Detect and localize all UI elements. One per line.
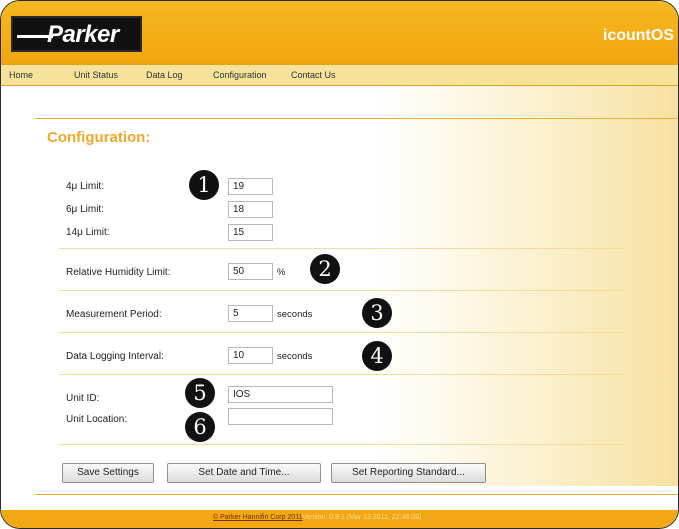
nav-contact-us[interactable]: Contact Us xyxy=(291,70,336,80)
callout-marker-6: 6 xyxy=(185,412,215,442)
unit-id-label: Unit ID: xyxy=(66,393,100,404)
app-frame: Parker icountOS Home Unit Status Data Lo… xyxy=(0,0,679,529)
save-settings-button[interactable]: Save Settings xyxy=(62,463,154,483)
limit-4-input[interactable] xyxy=(228,178,273,195)
parker-logo: Parker xyxy=(11,16,142,52)
app-name: icountOS xyxy=(602,27,674,44)
logo-text: Parker xyxy=(47,21,119,48)
page-title: Configuration: xyxy=(47,129,151,146)
callout-marker-5: 5 xyxy=(185,378,215,408)
section-separator xyxy=(59,332,624,333)
unit-location-input[interactable] xyxy=(228,408,333,425)
set-date-time-button[interactable]: Set Date and Time... xyxy=(167,463,321,483)
limit-4-label: 4μ Limit: xyxy=(66,181,104,192)
nav-bar: Home Unit Status Data Log Configuration … xyxy=(1,64,678,86)
logging-unit: seconds xyxy=(277,351,313,362)
section-separator xyxy=(59,290,624,291)
footer-bar: © Parker Hannifin Corp 2011 Version: 0.9… xyxy=(1,510,678,528)
section-separator xyxy=(59,444,624,445)
callout-marker-2: 2 xyxy=(310,254,340,284)
section-separator xyxy=(59,248,624,249)
measurement-unit: seconds xyxy=(277,309,313,320)
humidity-label: Relative Humidity Limit: xyxy=(66,267,171,278)
content-area xyxy=(1,86,678,486)
nav-data-log[interactable]: Data Log xyxy=(146,70,183,80)
nav-unit-status[interactable]: Unit Status xyxy=(74,70,118,80)
nav-configuration[interactable]: Configuration xyxy=(213,70,267,80)
humidity-input[interactable] xyxy=(228,263,273,280)
copyright-link[interactable]: © Parker Hannifin Corp 2011 xyxy=(213,514,302,521)
measurement-input[interactable] xyxy=(228,305,273,322)
limit-6-input[interactable] xyxy=(228,201,273,218)
limit-6-label: 6μ Limit: xyxy=(66,204,104,215)
unit-location-label: Unit Location: xyxy=(66,414,128,425)
set-reporting-standard-button[interactable]: Set Reporting Standard... xyxy=(331,463,486,483)
unit-id-input[interactable] xyxy=(228,386,333,403)
top-divider xyxy=(35,118,678,119)
callout-marker-4: 4 xyxy=(362,341,392,371)
callout-marker-3: 3 xyxy=(362,298,392,328)
callout-marker-1: 1 xyxy=(189,170,219,200)
limit-14-input[interactable] xyxy=(228,224,273,241)
version-text: Version: 0.9.1 (Mar 13 2011, 22:48:09) xyxy=(302,514,422,521)
nav-home[interactable]: Home xyxy=(9,70,33,80)
measurement-label: Measurement Period: xyxy=(66,309,162,320)
limit-14-label: 14μ Limit: xyxy=(66,227,110,238)
logging-label: Data Logging Interval: xyxy=(66,351,164,362)
bottom-divider xyxy=(35,494,678,495)
humidity-unit: % xyxy=(277,267,286,278)
section-separator xyxy=(59,374,624,375)
logging-input[interactable] xyxy=(228,347,273,364)
header-bar: Parker icountOS xyxy=(1,1,678,64)
